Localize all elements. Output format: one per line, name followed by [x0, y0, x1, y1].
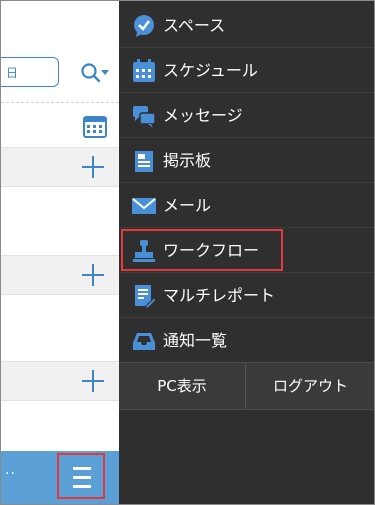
main-content: 日 ··	[1, 1, 119, 504]
multi-report-icon	[135, 285, 156, 308]
menu-item-schedule[interactable]: スケジュール	[119, 48, 374, 93]
menu-item-multi-report[interactable]: マルチレポート	[119, 273, 374, 318]
date-input[interactable]: 日	[1, 57, 59, 87]
more-indicator[interactable]: ··	[5, 466, 16, 482]
menu-footer: PC表示 ログアウト	[119, 362, 374, 410]
add-icon[interactable]	[81, 369, 105, 393]
search-icon	[81, 63, 109, 83]
calendar-icon	[133, 59, 155, 82]
calendar-button[interactable]	[83, 114, 107, 138]
menu-item-mail[interactable]: メール	[119, 183, 374, 228]
bulletin-board-icon	[135, 151, 153, 172]
message-icon	[133, 106, 156, 128]
add-icon[interactable]	[81, 263, 105, 287]
calendar-icon	[83, 116, 107, 138]
menu-item-space[interactable]: スペース	[119, 3, 374, 48]
menu-item-bulletin-board[interactable]: 掲示板	[119, 138, 374, 183]
hamburger-icon	[73, 467, 91, 470]
workflow-highlight-box	[121, 229, 283, 271]
menu-item-message[interactable]: メッセージ	[119, 93, 374, 138]
logout-button[interactable]: ログアウト	[246, 363, 374, 409]
notification-tray-icon	[133, 333, 155, 350]
menu-item-notifications[interactable]: 通知一覧	[119, 318, 374, 363]
app-frame: 日 ·· スペース スケジュール メッセージ 掲示板 メール ワークフロー マル…	[0, 0, 375, 505]
add-icon[interactable]	[81, 155, 105, 179]
space-icon	[134, 15, 154, 37]
hamburger-menu-button[interactable]	[57, 453, 105, 499]
pc-view-button[interactable]: PC表示	[119, 363, 245, 409]
search-dropdown-button[interactable]	[79, 61, 111, 85]
dashed-divider	[1, 102, 119, 103]
navigation-menu: スペース スケジュール メッセージ 掲示板 メール ワークフロー マルチレポート…	[119, 1, 374, 504]
mail-icon	[132, 198, 156, 214]
